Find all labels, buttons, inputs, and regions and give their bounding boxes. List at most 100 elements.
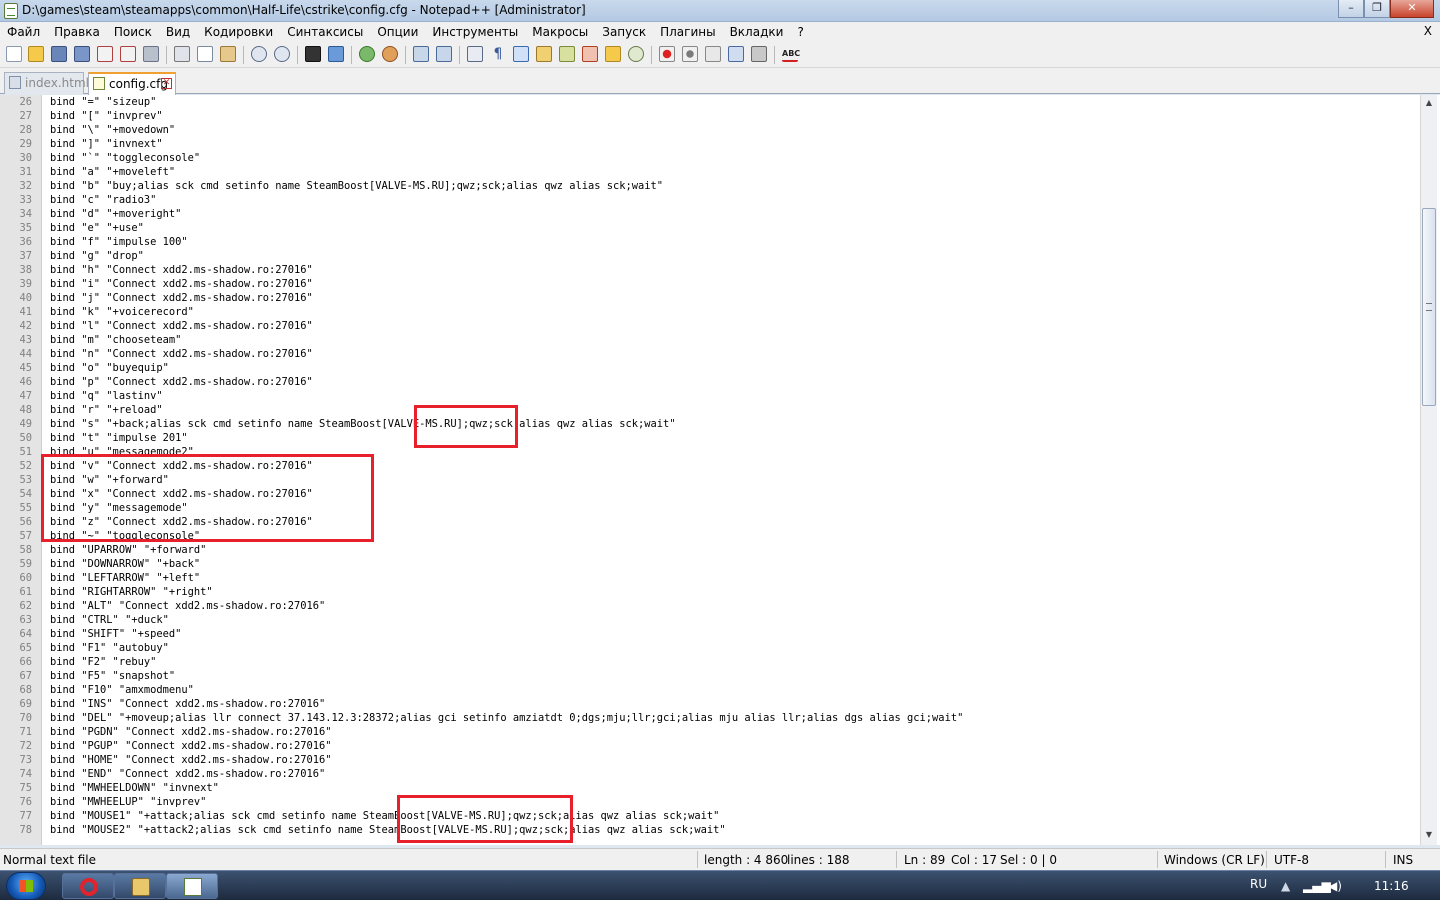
code-line[interactable]: 27 bind "[" "invprev" [0,109,1420,123]
tab-config-cfg[interactable]: config.cfg ✕ [88,72,176,95]
undo-icon[interactable] [251,46,267,62]
line-text[interactable]: bind "n" "Connect xdd2.ms-shadow.ro:2701… [50,347,313,361]
code-line[interactable]: 33 bind "c" "radio3" [0,193,1420,207]
new-file-icon[interactable] [6,46,22,62]
clock[interactable]: 11:16 [1374,879,1409,893]
doc-map-icon[interactable] [559,46,575,62]
close-all-icon[interactable] [120,46,136,62]
menu-tools[interactable]: Инструменты [425,22,525,42]
line-text[interactable]: bind "[" "invprev" [50,109,163,123]
code-line[interactable]: 55 bind "y" "messagemode" [0,501,1420,515]
maximize-button[interactable]: ❐ [1364,0,1390,18]
start-button[interactable] [6,872,46,900]
line-text[interactable]: bind "F10" "amxmodmenu" [50,683,194,697]
status-eol[interactable]: Windows (CR LF) [1164,853,1265,867]
editor[interactable]: 26 bind "=" "sizeup" 27 bind "[" "invprev" 2… [0,95,1440,845]
code-line[interactable]: 41 bind "k" "+voicerecord" [0,305,1420,319]
line-text[interactable]: bind "MWHEELUP" "invprev" [50,795,206,809]
code-line[interactable]: 28 bind "\" "+movedown" [0,123,1420,137]
code-line[interactable]: 73 bind "HOME" "Connect xdd2.ms-shadow.ro… [0,753,1420,767]
code-line[interactable]: 69 bind "INS" "Connect xdd2.ms-shadow.ro:… [0,697,1420,711]
close-file-icon[interactable] [97,46,113,62]
code-line[interactable]: 49 bind "s" "+back;alias sck cmd setinfo … [0,417,1420,431]
line-text[interactable]: bind "a" "+moveleft" [50,165,175,179]
code-line[interactable]: 60 bind "LEFTARROW" "+left" [0,571,1420,585]
code-line[interactable]: 54 bind "x" "Connect xdd2.ms-shadow.ro:27… [0,487,1420,501]
line-text[interactable]: bind "SHIFT" "+speed" [50,627,181,641]
code-line[interactable]: 36 bind "f" "impulse 100" [0,235,1420,249]
find-icon[interactable] [305,46,321,62]
code-line[interactable]: 40 bind "j" "Connect xdd2.ms-shadow.ro:27… [0,291,1420,305]
redo-icon[interactable] [274,46,290,62]
line-text[interactable]: bind "y" "messagemode" [50,501,188,515]
taskbar-explorer[interactable] [114,873,166,899]
line-text[interactable]: bind "`" "toggleconsole" [50,151,200,165]
code-line[interactable]: 59 bind "DOWNARROW" "+back" [0,557,1420,571]
taskbar-opera[interactable] [62,873,114,899]
menu-plugins[interactable]: Плагины [653,22,722,42]
volume-icon[interactable]: ◀) [1328,879,1342,893]
code-line[interactable]: 78 bind "MOUSE2" "+attack2;alias sck cmd … [0,823,1420,837]
code-line[interactable]: 77 bind "MOUSE1" "+attack;alias sck cmd s… [0,809,1420,823]
code-line[interactable]: 75 bind "MWHEELDOWN" "invnext" [0,781,1420,795]
line-text[interactable]: bind "\" "+movedown" [50,123,175,137]
line-text[interactable]: bind "CTRL" "+duck" [50,613,169,627]
code-line[interactable]: 53 bind "w" "+forward" [0,473,1420,487]
code-line[interactable]: 45 bind "o" "buyequip" [0,361,1420,375]
code-line[interactable]: 32 bind "b" "buy;alias sck cmd setinfo na… [0,179,1420,193]
line-text[interactable]: bind "F1" "autobuy" [50,641,169,655]
status-encoding[interactable]: UTF-8 [1274,853,1309,867]
line-text[interactable]: bind "w" "+forward" [50,473,169,487]
line-text[interactable]: bind "f" "impulse 100" [50,235,188,249]
line-text[interactable]: bind "q" "lastinv" [50,389,163,403]
replace-icon[interactable] [328,46,344,62]
line-text[interactable]: bind "d" "+moveright" [50,207,181,221]
menu-macro[interactable]: Макросы [525,22,595,42]
close-tab-icon[interactable]: ✕ [161,78,172,89]
line-text[interactable]: bind "END" "Connect xdd2.ms-shadow.ro:27… [50,767,325,781]
show-all-chars-icon[interactable]: ¶ [490,46,506,62]
line-text[interactable]: bind "r" "+reload" [50,403,163,417]
code-line[interactable]: 34 bind "d" "+moveright" [0,207,1420,221]
menu-search[interactable]: Поиск [107,22,159,42]
line-text[interactable]: bind "ALT" "Connect xdd2.ms-shadow.ro:27… [50,599,325,613]
zoom-in-icon[interactable] [359,46,375,62]
code-line[interactable]: 46 bind "p" "Connect xdd2.ms-shadow.ro:27… [0,375,1420,389]
menu-run[interactable]: Запуск [595,22,653,42]
line-text[interactable]: bind "PGUP" "Connect xdd2.ms-shadow.ro:2… [50,739,332,753]
line-text[interactable]: bind "UPARROW" "+forward" [50,543,206,557]
open-file-icon[interactable] [28,46,44,62]
line-text[interactable]: bind "LEFTARROW" "+left" [50,571,200,585]
line-text[interactable]: bind "c" "radio3" [50,193,156,207]
line-text[interactable]: bind "HOME" "Connect xdd2.ms-shadow.ro:2… [50,753,332,767]
spellcheck-icon[interactable]: ABC [782,46,800,62]
code-line[interactable]: 67 bind "F5" "snapshot" [0,669,1420,683]
code-line[interactable]: 62 bind "ALT" "Connect xdd2.ms-shadow.ro:… [0,599,1420,613]
menu-settings[interactable]: Опции [370,22,425,42]
code-line[interactable]: 57 bind "~" "toggleconsole" [0,529,1420,543]
line-text[interactable]: bind "z" "Connect xdd2.ms-shadow.ro:2701… [50,515,313,529]
line-text[interactable]: bind "F5" "snapshot" [50,669,175,683]
code-line[interactable]: 58 bind "UPARROW" "+forward" [0,543,1420,557]
run-macro-multiple-icon[interactable] [728,46,744,62]
line-text[interactable]: bind "=" "sizeup" [50,95,156,109]
close-window-button[interactable]: ✕ [1390,0,1434,18]
line-text[interactable]: bind "x" "Connect xdd2.ms-shadow.ro:2701… [50,487,313,501]
line-text[interactable]: bind "PGDN" "Connect xdd2.ms-shadow.ro:2… [50,725,332,739]
code-line[interactable]: 47 bind "q" "lastinv" [0,389,1420,403]
vertical-scrollbar[interactable]: ▲ ▼ [1420,95,1437,845]
line-text[interactable]: bind "]" "invnext" [50,137,163,151]
code-line[interactable]: 29 bind "]" "invnext" [0,137,1420,151]
line-text[interactable]: bind "b" "buy;alias sck cmd setinfo name… [50,179,663,193]
code-line[interactable]: 35 bind "e" "+use" [0,221,1420,235]
play-macro-icon[interactable] [705,46,721,62]
line-text[interactable]: bind "i" "Connect xdd2.ms-shadow.ro:2701… [50,277,313,291]
cut-icon[interactable] [174,46,190,62]
code-line[interactable]: 68 bind "F10" "amxmodmenu" [0,683,1420,697]
code-line[interactable]: 56 bind "z" "Connect xdd2.ms-shadow.ro:27… [0,515,1420,529]
network-icon[interactable]: ▂▄▆ [1303,879,1331,893]
show-hidden-icons-icon[interactable]: ▲ [1281,879,1290,893]
print-icon[interactable] [143,46,159,62]
code-line[interactable]: 70 bind "DEL" "+moveup;alias llr connect … [0,711,1420,725]
line-text[interactable]: bind "s" "+back;alias sck cmd setinfo na… [50,417,676,431]
